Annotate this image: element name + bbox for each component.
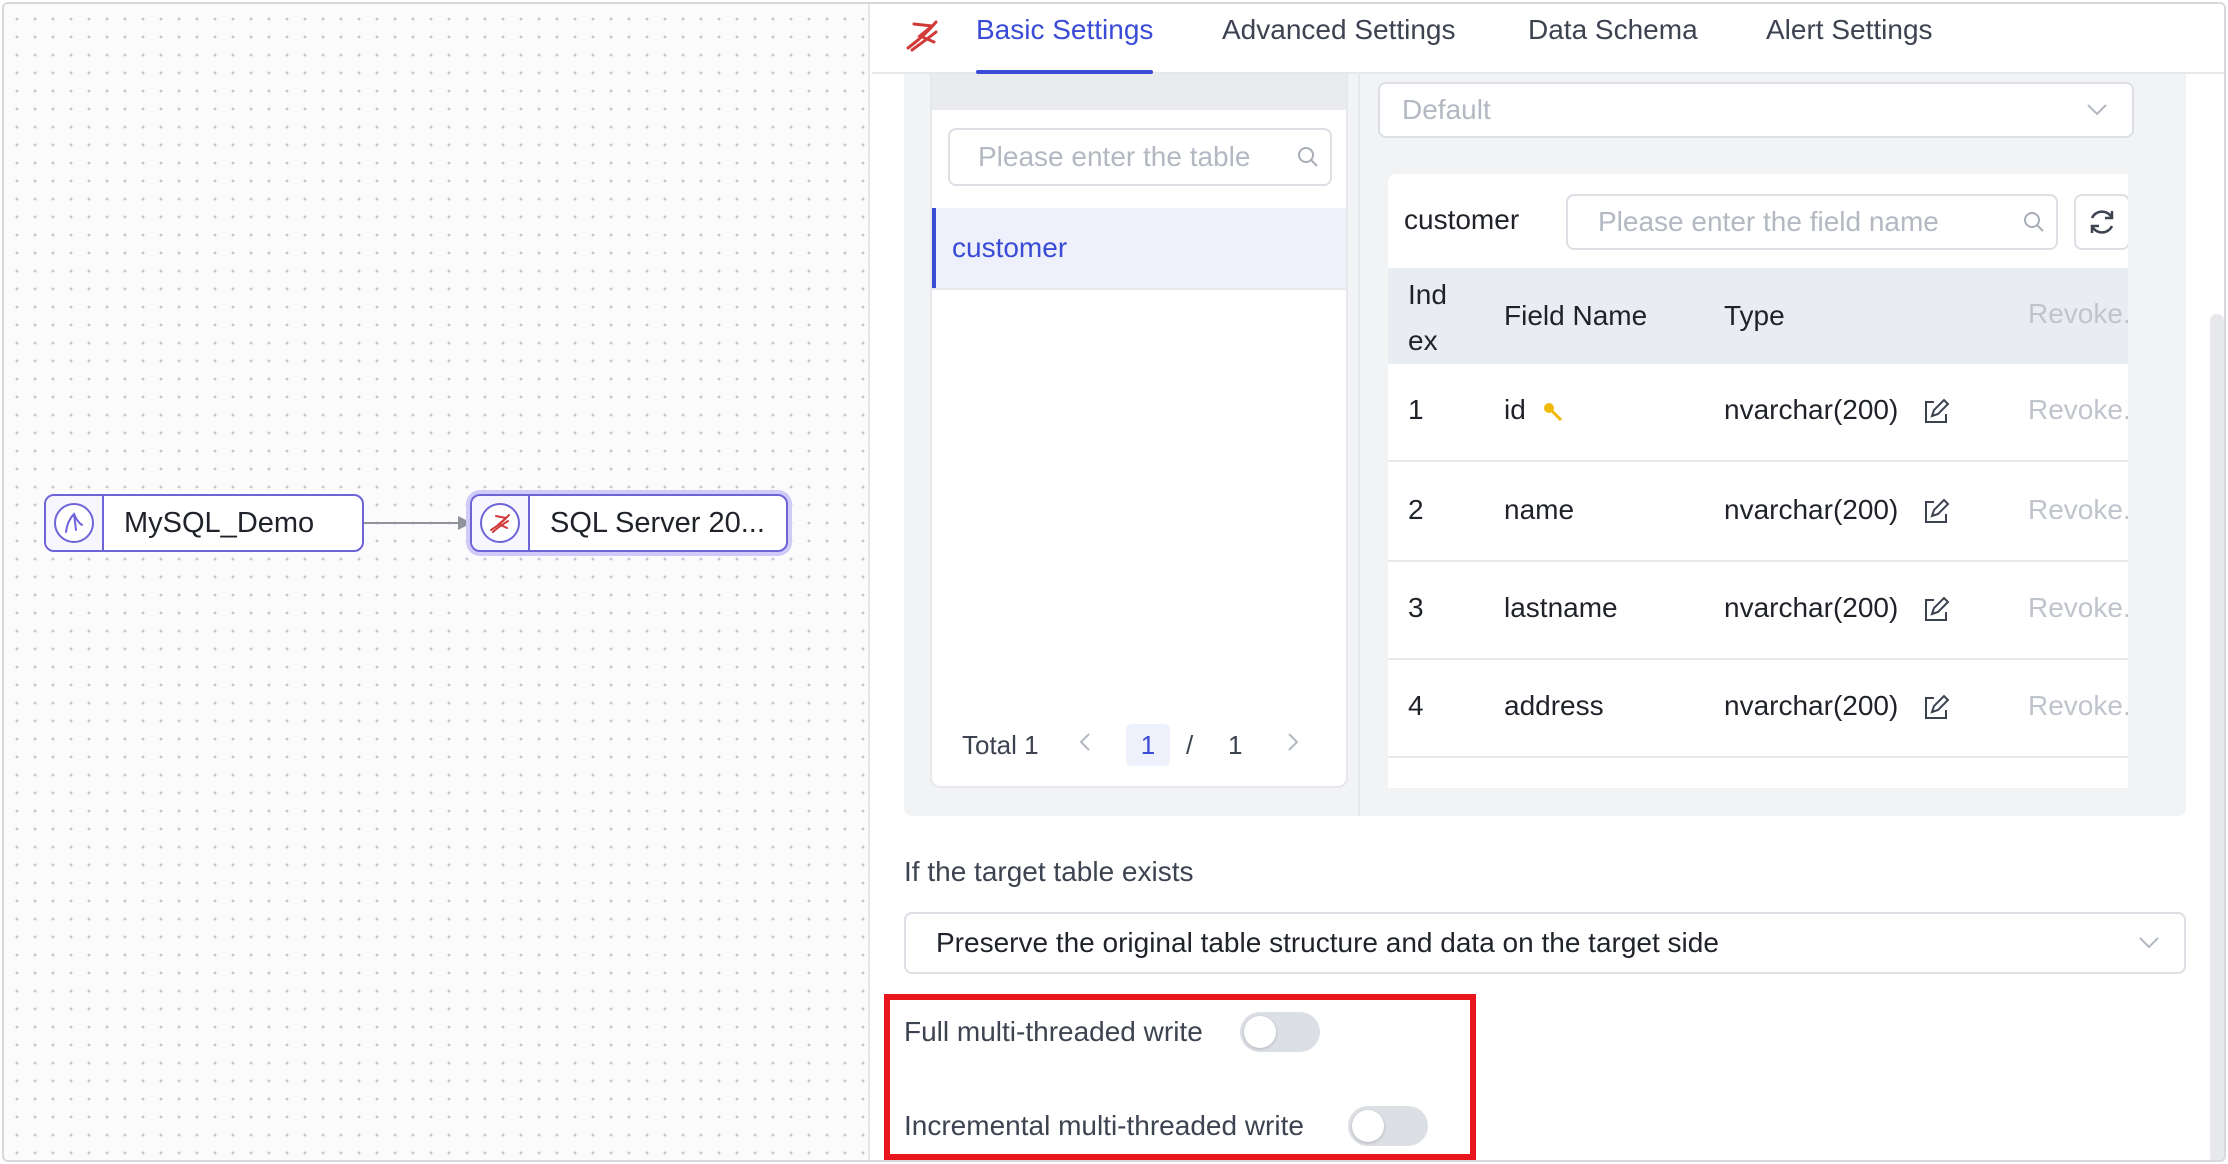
- revoke-link[interactable]: Revoke.: [2028, 494, 2131, 526]
- column-header-type: Type: [1724, 300, 1785, 331]
- settings-tabbar: Basic Settings Advanced Settings Data Sc…: [872, 4, 2224, 74]
- table-row: 1 id nvarchar(200) Revoke.: [1388, 364, 2131, 462]
- total-pages: 1: [1228, 730, 1243, 760]
- source-node-mysql[interactable]: MySQL_Demo: [44, 494, 364, 552]
- field-table-header: Ind ex Field Name Type Revoke.: [1388, 268, 2144, 364]
- column-header-action: Revoke.: [2028, 298, 2131, 329]
- node-settings-panel: Basic Settings Advanced Settings Data Sc…: [872, 4, 2224, 1160]
- node-label: SQL Server 20...: [550, 506, 765, 539]
- pagination: Total 1 1 / 1: [932, 724, 1346, 766]
- highlight-annotation: [884, 994, 1476, 1160]
- edit-icon[interactable]: [1922, 498, 1950, 526]
- target-node-sqlserver[interactable]: SQL Server 20...: [470, 494, 788, 552]
- tab-alert-settings[interactable]: Alert Settings: [1766, 14, 1933, 74]
- tab-advanced-settings[interactable]: Advanced Settings: [1222, 14, 1456, 74]
- node-label: MySQL_Demo: [124, 506, 315, 539]
- chevron-down-icon: [2139, 937, 2159, 949]
- mysql-icon: [54, 503, 94, 543]
- refresh-button[interactable]: [2074, 194, 2130, 250]
- sqlserver-icon: [480, 503, 520, 543]
- table-row: 4 address nvarchar(200) Revoke.: [1388, 660, 2131, 758]
- pipeline-edge: [364, 516, 472, 530]
- selected-table-name: customer: [1404, 204, 1520, 235]
- edit-icon[interactable]: [1922, 398, 1950, 426]
- table-search-input[interactable]: Please enter the table: [948, 128, 1332, 186]
- revoke-link[interactable]: Revoke.: [2028, 690, 2131, 722]
- schema-select[interactable]: Default: [1378, 82, 2134, 138]
- revoke-link[interactable]: Revoke.: [2028, 394, 2131, 426]
- edit-icon[interactable]: [1922, 694, 1950, 722]
- target-exists-select[interactable]: Preserve the original table structure an…: [904, 912, 2186, 974]
- pipeline-canvas[interactable]: MySQL_Demo SQL Server 20...: [4, 4, 870, 1160]
- next-page-icon[interactable]: [1286, 730, 1300, 761]
- panel-scrollbar[interactable]: [2210, 314, 2224, 1160]
- table-row: 3 lastname nvarchar(200) Revoke.: [1388, 562, 2131, 660]
- search-icon: [2024, 212, 2044, 232]
- pagination-total: Total 1: [962, 730, 1039, 760]
- table-list-panel: Please enter the table customer Total 1 …: [930, 74, 1348, 788]
- primary-key-icon: [1543, 402, 1562, 421]
- search-icon: [1298, 147, 1318, 167]
- field-table-card: customer Please enter the field name Ind…: [1388, 174, 2144, 788]
- column-header-field: Field Name: [1504, 300, 1648, 331]
- field-mapping-panel: Default customer Please enter the field …: [1358, 74, 2186, 816]
- app-window: MySQL_Demo SQL Server 20... Basic Settin…: [2, 2, 2226, 1162]
- column-header-index: Ind ex: [1408, 279, 1447, 356]
- sqlserver-icon: [906, 20, 938, 52]
- tab-data-schema[interactable]: Data Schema: [1528, 14, 1698, 74]
- edit-icon[interactable]: [1922, 596, 1950, 624]
- table-scrollbar[interactable]: [2128, 174, 2144, 788]
- prev-page-icon[interactable]: [1078, 730, 1092, 761]
- revoke-link[interactable]: Revoke.: [2028, 592, 2131, 624]
- table-list-item[interactable]: customer: [932, 208, 1346, 288]
- chevron-down-icon: [2087, 104, 2107, 116]
- refresh-icon: [2090, 210, 2114, 234]
- table-row: 2 name nvarchar(200) Revoke.: [1388, 464, 2131, 562]
- field-search-input[interactable]: Please enter the field name: [1566, 194, 2058, 250]
- target-exists-label: If the target table exists: [904, 856, 1194, 887]
- schema-mapping-section: Please enter the table customer Total 1 …: [904, 74, 2186, 816]
- tab-basic-settings[interactable]: Basic Settings: [976, 14, 1154, 74]
- current-page[interactable]: 1: [1126, 724, 1170, 766]
